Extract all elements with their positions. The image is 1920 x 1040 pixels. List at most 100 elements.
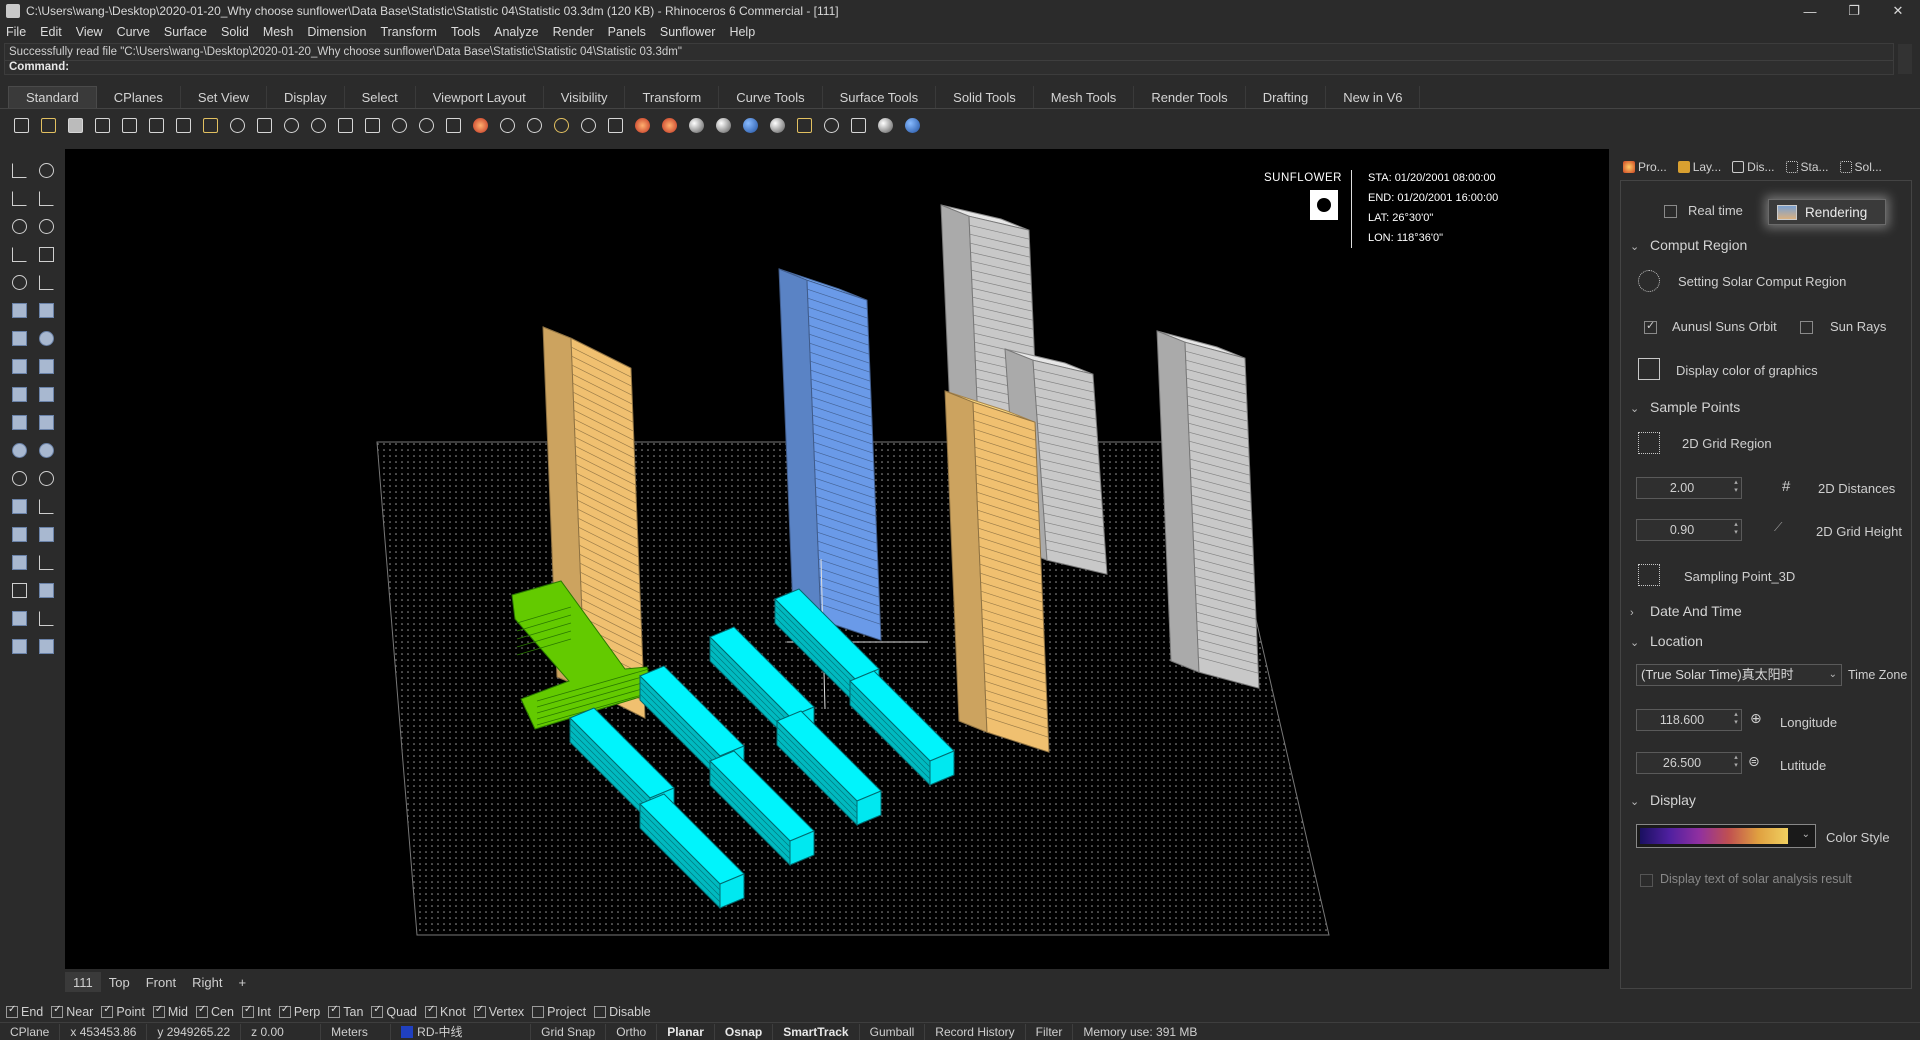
- zoom-extents-icon[interactable]: [361, 114, 383, 136]
- grid-region-button[interactable]: 2D Grid Region: [1682, 436, 1772, 451]
- osnap-mid[interactable]: Mid: [152, 1004, 188, 1019]
- tab-select[interactable]: Select: [345, 86, 416, 108]
- command-prompt[interactable]: Command:: [9, 61, 69, 73]
- comput-region-section[interactable]: ⌄ Comput Region: [1630, 237, 1747, 253]
- dimension-icon[interactable]: [847, 114, 869, 136]
- setting-region-button[interactable]: Setting Solar Comput Region: [1678, 274, 1846, 289]
- render-icon[interactable]: [766, 114, 788, 136]
- perspective-viewport[interactable]: [65, 149, 1609, 969]
- menu-surface[interactable]: Surface: [164, 25, 207, 39]
- four-viewports-icon[interactable]: [442, 114, 464, 136]
- tab-viewport-layout[interactable]: Viewport Layout: [416, 86, 544, 108]
- render-globe-icon[interactable]: [874, 114, 896, 136]
- grid-height-input[interactable]: 0.90: [1636, 519, 1742, 541]
- curve-icon[interactable]: [34, 186, 58, 210]
- cylinder-icon[interactable]: [7, 354, 31, 378]
- lock-icon[interactable]: [604, 114, 626, 136]
- panel-tab-layers[interactable]: Lay...: [1675, 156, 1724, 178]
- display-color-button[interactable]: Display color of graphics: [1676, 363, 1818, 378]
- cage-edit-icon[interactable]: [7, 606, 31, 630]
- panel-tab-display[interactable]: Dis...: [1729, 156, 1777, 178]
- import-icon[interactable]: [118, 114, 140, 136]
- timezone-dropdown[interactable]: (True Solar Time)真太阳时 ⌄: [1636, 664, 1842, 686]
- group-icon[interactable]: [34, 438, 58, 462]
- ellipse-icon[interactable]: [34, 214, 58, 238]
- tab-transform[interactable]: Transform: [625, 86, 720, 108]
- menu-transform[interactable]: Transform: [380, 25, 437, 39]
- orient-icon[interactable]: [34, 522, 58, 546]
- real-time-checkbox[interactable]: [1664, 205, 1677, 218]
- pan-hand-icon[interactable]: [253, 114, 275, 136]
- sampling-3d-icon[interactable]: [1638, 564, 1660, 586]
- display-text-checkbox[interactable]: [1640, 874, 1653, 887]
- viewport-tab-111[interactable]: 111: [65, 972, 101, 992]
- osnap-knot[interactable]: Knot: [425, 1004, 466, 1019]
- status-units[interactable]: Meters: [321, 1023, 392, 1040]
- make-2d-icon[interactable]: [34, 634, 58, 658]
- tab-visibility[interactable]: Visibility: [544, 86, 626, 108]
- fillet-icon[interactable]: [7, 382, 31, 406]
- undo-icon[interactable]: [226, 114, 248, 136]
- status-ortho[interactable]: Ortho: [606, 1023, 658, 1040]
- tab-new-in-v6[interactable]: New in V6: [1326, 86, 1421, 108]
- osnap-tan[interactable]: Tan: [328, 1004, 363, 1019]
- offset-curve-icon[interactable]: [34, 270, 58, 294]
- menu-render[interactable]: Render: [553, 25, 594, 39]
- color-wheel-icon[interactable]: [658, 114, 680, 136]
- minimize-button[interactable]: —: [1788, 0, 1832, 22]
- cut-icon[interactable]: [145, 114, 167, 136]
- select-arrow-icon[interactable]: [7, 158, 31, 182]
- osnap-cen[interactable]: Cen: [196, 1004, 234, 1019]
- tab-render-tools[interactable]: Render Tools: [1134, 86, 1246, 108]
- tab-set-view[interactable]: Set View: [181, 86, 267, 108]
- add-viewport-icon[interactable]: +: [230, 972, 254, 992]
- sample-points-section[interactable]: ⌄ Sample Points: [1630, 399, 1740, 415]
- osnap-int[interactable]: Int: [241, 1004, 271, 1019]
- arc-icon[interactable]: [7, 242, 31, 266]
- box-icon[interactable]: [7, 326, 31, 350]
- annual-orbit-checkbox[interactable]: [1644, 319, 1657, 334]
- tab-display[interactable]: Display: [267, 86, 345, 108]
- osnap-end[interactable]: End: [6, 1004, 43, 1019]
- layer-icon[interactable]: [631, 114, 653, 136]
- osnap-near[interactable]: Near: [51, 1004, 93, 1019]
- status-smarttrack[interactable]: SmartTrack: [773, 1023, 860, 1040]
- osnap-project[interactable]: Project: [532, 1005, 586, 1019]
- move-icon[interactable]: [280, 114, 302, 136]
- join-icon[interactable]: [7, 438, 31, 462]
- trim-icon[interactable]: [34, 410, 58, 434]
- circle-icon[interactable]: [7, 214, 31, 238]
- tab-mesh-tools[interactable]: Mesh Tools: [1034, 86, 1135, 108]
- dimension-tool-icon[interactable]: [34, 550, 58, 574]
- menu-panels[interactable]: Panels: [608, 25, 646, 39]
- polygon-icon[interactable]: [7, 270, 31, 294]
- status-cplane[interactable]: CPlane: [0, 1023, 61, 1040]
- print-icon[interactable]: [91, 114, 113, 136]
- light-icon[interactable]: [550, 114, 572, 136]
- color-pencil-icon[interactable]: [1638, 358, 1660, 380]
- paint-bucket-icon[interactable]: [793, 114, 815, 136]
- menu-edit[interactable]: Edit: [40, 25, 62, 39]
- menu-tools[interactable]: Tools: [451, 25, 480, 39]
- rotate-view-icon[interactable]: [415, 114, 437, 136]
- shaded-sphere-icon[interactable]: [685, 114, 707, 136]
- grid-points-icon[interactable]: [7, 578, 31, 602]
- location-section[interactable]: ⌄ Location: [1630, 633, 1703, 649]
- sampling-3d-button[interactable]: Sampling Point_3D: [1684, 569, 1795, 584]
- mesh-icon[interactable]: [34, 354, 58, 378]
- rendering-button[interactable]: Rendering: [1768, 199, 1886, 225]
- mirror-icon[interactable]: [34, 494, 58, 518]
- osnap-perp[interactable]: Perp: [278, 1004, 320, 1019]
- block-icon[interactable]: [7, 550, 31, 574]
- menu-mesh[interactable]: Mesh: [263, 25, 294, 39]
- tab-solid-tools[interactable]: Solid Tools: [936, 86, 1034, 108]
- save-icon[interactable]: [64, 114, 86, 136]
- osnap-disable[interactable]: Disable: [594, 1005, 651, 1019]
- zoom-window-icon[interactable]: [334, 114, 356, 136]
- status-record-history[interactable]: Record History: [925, 1023, 1026, 1040]
- rendered-sphere-icon[interactable]: [712, 114, 734, 136]
- copy-icon[interactable]: [172, 114, 194, 136]
- panel-tab-properties[interactable]: Pro...: [1620, 156, 1670, 178]
- menu-curve[interactable]: Curve: [117, 25, 150, 39]
- command-scrollbar[interactable]: [1898, 44, 1912, 74]
